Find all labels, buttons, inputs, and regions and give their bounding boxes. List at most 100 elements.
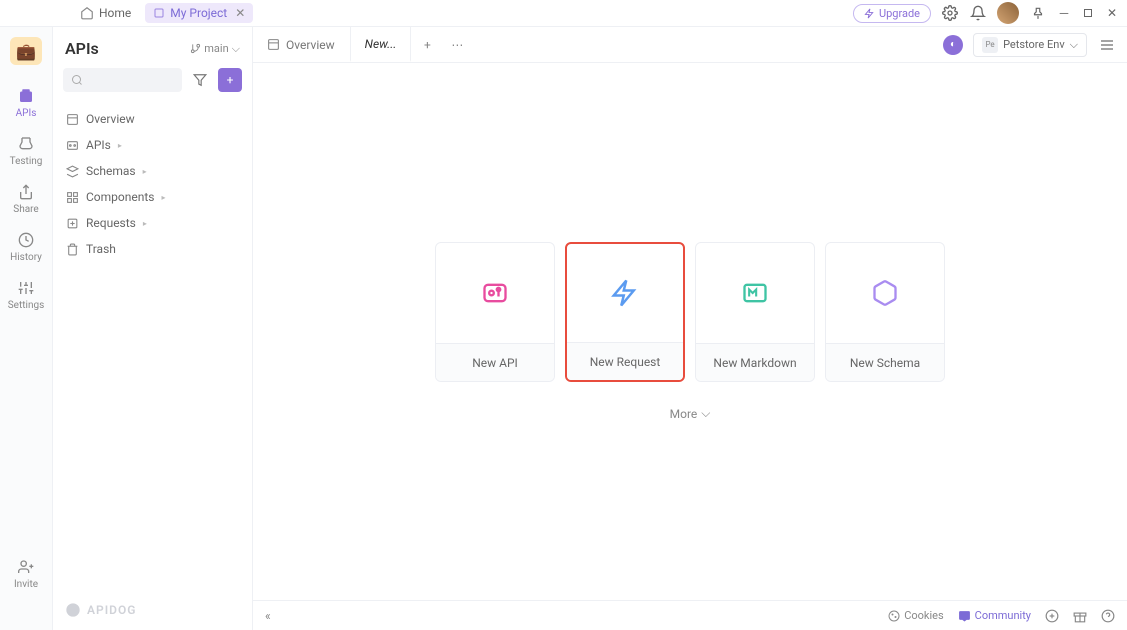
tree-label: Components	[86, 190, 155, 204]
community-button[interactable]: Community	[958, 609, 1031, 622]
overview-icon	[65, 112, 79, 126]
tree-label: Requests	[86, 216, 136, 230]
environment-selector[interactable]: Pe Petstore Env ⌵	[973, 33, 1087, 57]
tree-item-overview[interactable]: Overview	[53, 106, 252, 132]
project-tab[interactable]: My Project ✕	[145, 3, 253, 23]
card-label: New Schema	[826, 343, 944, 381]
plus-icon: +	[424, 38, 431, 52]
filter-icon	[193, 73, 207, 87]
testing-icon	[17, 135, 35, 153]
status-bar-right: Cookies Community	[888, 609, 1115, 623]
overview-tab-icon	[267, 38, 281, 52]
branch-selector[interactable]: main ⌵	[190, 42, 240, 56]
caret-right-icon: ▸	[162, 193, 166, 202]
filter-button[interactable]	[188, 68, 212, 92]
card-new-markdown[interactable]: New Markdown	[695, 242, 815, 382]
tree-label: Trash	[86, 242, 116, 256]
project-label: My Project	[170, 6, 227, 20]
menu-icon	[1099, 37, 1115, 53]
avatar[interactable]	[997, 2, 1019, 24]
tree-item-apis[interactable]: APIs ▸	[53, 132, 252, 158]
create-cards: New API New Request New Markdown	[435, 242, 945, 382]
more-link[interactable]: More ⌵	[670, 406, 711, 421]
cookies-button[interactable]: Cookies	[888, 609, 943, 622]
new-tab-button[interactable]: +	[411, 27, 443, 62]
caret-right-icon: ▸	[143, 219, 147, 228]
upgrade-label: Upgrade	[879, 7, 920, 20]
markdown-icon	[696, 243, 814, 343]
tree-item-components[interactable]: Components ▸	[53, 184, 252, 210]
apis-icon	[17, 87, 35, 105]
maximize-icon[interactable]	[1081, 6, 1095, 20]
help-button[interactable]	[1101, 609, 1115, 623]
rail-item-invite[interactable]: Invite	[14, 558, 38, 590]
close-window-icon[interactable]: ✕	[1105, 6, 1119, 20]
schemas-icon	[65, 164, 79, 178]
card-new-request[interactable]: New Request	[565, 242, 685, 382]
tab-more-button[interactable]: ⋯	[443, 27, 471, 62]
rail-item-apis[interactable]: APIs	[16, 87, 37, 119]
add-circle-button[interactable]	[1045, 609, 1059, 623]
card-new-schema[interactable]: New Schema	[825, 242, 945, 382]
add-button[interactable]: +	[218, 68, 242, 92]
help-icon	[1101, 609, 1115, 623]
upgrade-button[interactable]: Upgrade	[853, 4, 931, 23]
home-tab[interactable]: Home	[72, 2, 139, 24]
rail-item-testing[interactable]: Testing	[10, 135, 43, 167]
pin-icon[interactable]	[1029, 4, 1047, 22]
tree-item-trash[interactable]: Trash	[53, 236, 252, 262]
tabs-row: Overview New... + ⋯ ◐ Pe Petstore Env ⌵	[253, 27, 1127, 63]
title-bar-actions: Upgrade ─ ✕	[853, 2, 1119, 24]
share-icon	[17, 183, 35, 201]
sidebar-tree: Overview APIs ▸ Schemas ▸ Components ▸ R…	[53, 102, 252, 266]
search-input[interactable]	[63, 68, 182, 92]
project-logo[interactable]: 💼	[10, 37, 42, 65]
content: Overview New... + ⋯ ◐ Pe Petstore Env ⌵	[253, 27, 1127, 630]
rail-label: Testing	[10, 156, 43, 167]
user-presence[interactable]: ◐	[943, 35, 963, 55]
plus-icon: +	[227, 73, 234, 87]
sidebar-brand: APIDOG	[53, 590, 252, 630]
sidebar-title: APIs	[65, 39, 99, 58]
brand-label: APIDOG	[87, 603, 136, 617]
tree-item-requests[interactable]: Requests ▸	[53, 210, 252, 236]
status-bar: « Cookies Community	[253, 600, 1127, 630]
gear-icon[interactable]	[941, 4, 959, 22]
community-label: Community	[975, 609, 1031, 622]
bell-icon[interactable]	[969, 4, 987, 22]
caret-right-icon: ▸	[143, 167, 147, 176]
caret-right-icon: ▸	[118, 141, 122, 150]
branch-icon	[190, 43, 201, 54]
sidebar-tools: +	[53, 68, 252, 102]
title-bar: Home My Project ✕ Upgrade ─	[0, 0, 1127, 27]
collapse-sidebar-button[interactable]: «	[265, 609, 271, 623]
tab-label: Overview	[286, 38, 335, 52]
gift-button[interactable]	[1073, 609, 1087, 623]
cookies-label: Cookies	[904, 609, 943, 622]
gift-icon	[1073, 609, 1087, 623]
apis-folder-icon	[65, 138, 79, 152]
env-label: Petstore Env	[1003, 38, 1065, 51]
rail-item-share[interactable]: Share	[13, 183, 38, 215]
card-label: New Markdown	[696, 343, 814, 381]
rail-item-history[interactable]: History	[10, 231, 42, 263]
tab-new[interactable]: New...	[350, 27, 412, 62]
components-icon	[65, 190, 79, 204]
nav-rail: 💼 APIs Testing Share History Settings In…	[0, 27, 53, 630]
rail-item-settings[interactable]: Settings	[8, 279, 45, 311]
chevrons-left-icon: «	[265, 609, 271, 623]
request-icon	[567, 244, 683, 342]
requests-icon	[65, 216, 79, 230]
card-new-api[interactable]: New API	[435, 242, 555, 382]
sidebar: APIs main ⌵ + Overview	[53, 27, 253, 630]
tab-overview[interactable]: Overview	[253, 27, 350, 62]
card-label: New Request	[567, 342, 683, 380]
minimize-icon[interactable]: ─	[1057, 6, 1071, 20]
close-icon[interactable]: ✕	[235, 6, 245, 20]
rail-label: Invite	[14, 579, 38, 590]
window-tabs: Home My Project ✕	[72, 2, 253, 24]
chevron-down-icon: ⌵	[232, 42, 240, 56]
brand-icon	[65, 602, 81, 618]
tree-item-schemas[interactable]: Schemas ▸	[53, 158, 252, 184]
panel-toggle-button[interactable]	[1097, 37, 1117, 53]
